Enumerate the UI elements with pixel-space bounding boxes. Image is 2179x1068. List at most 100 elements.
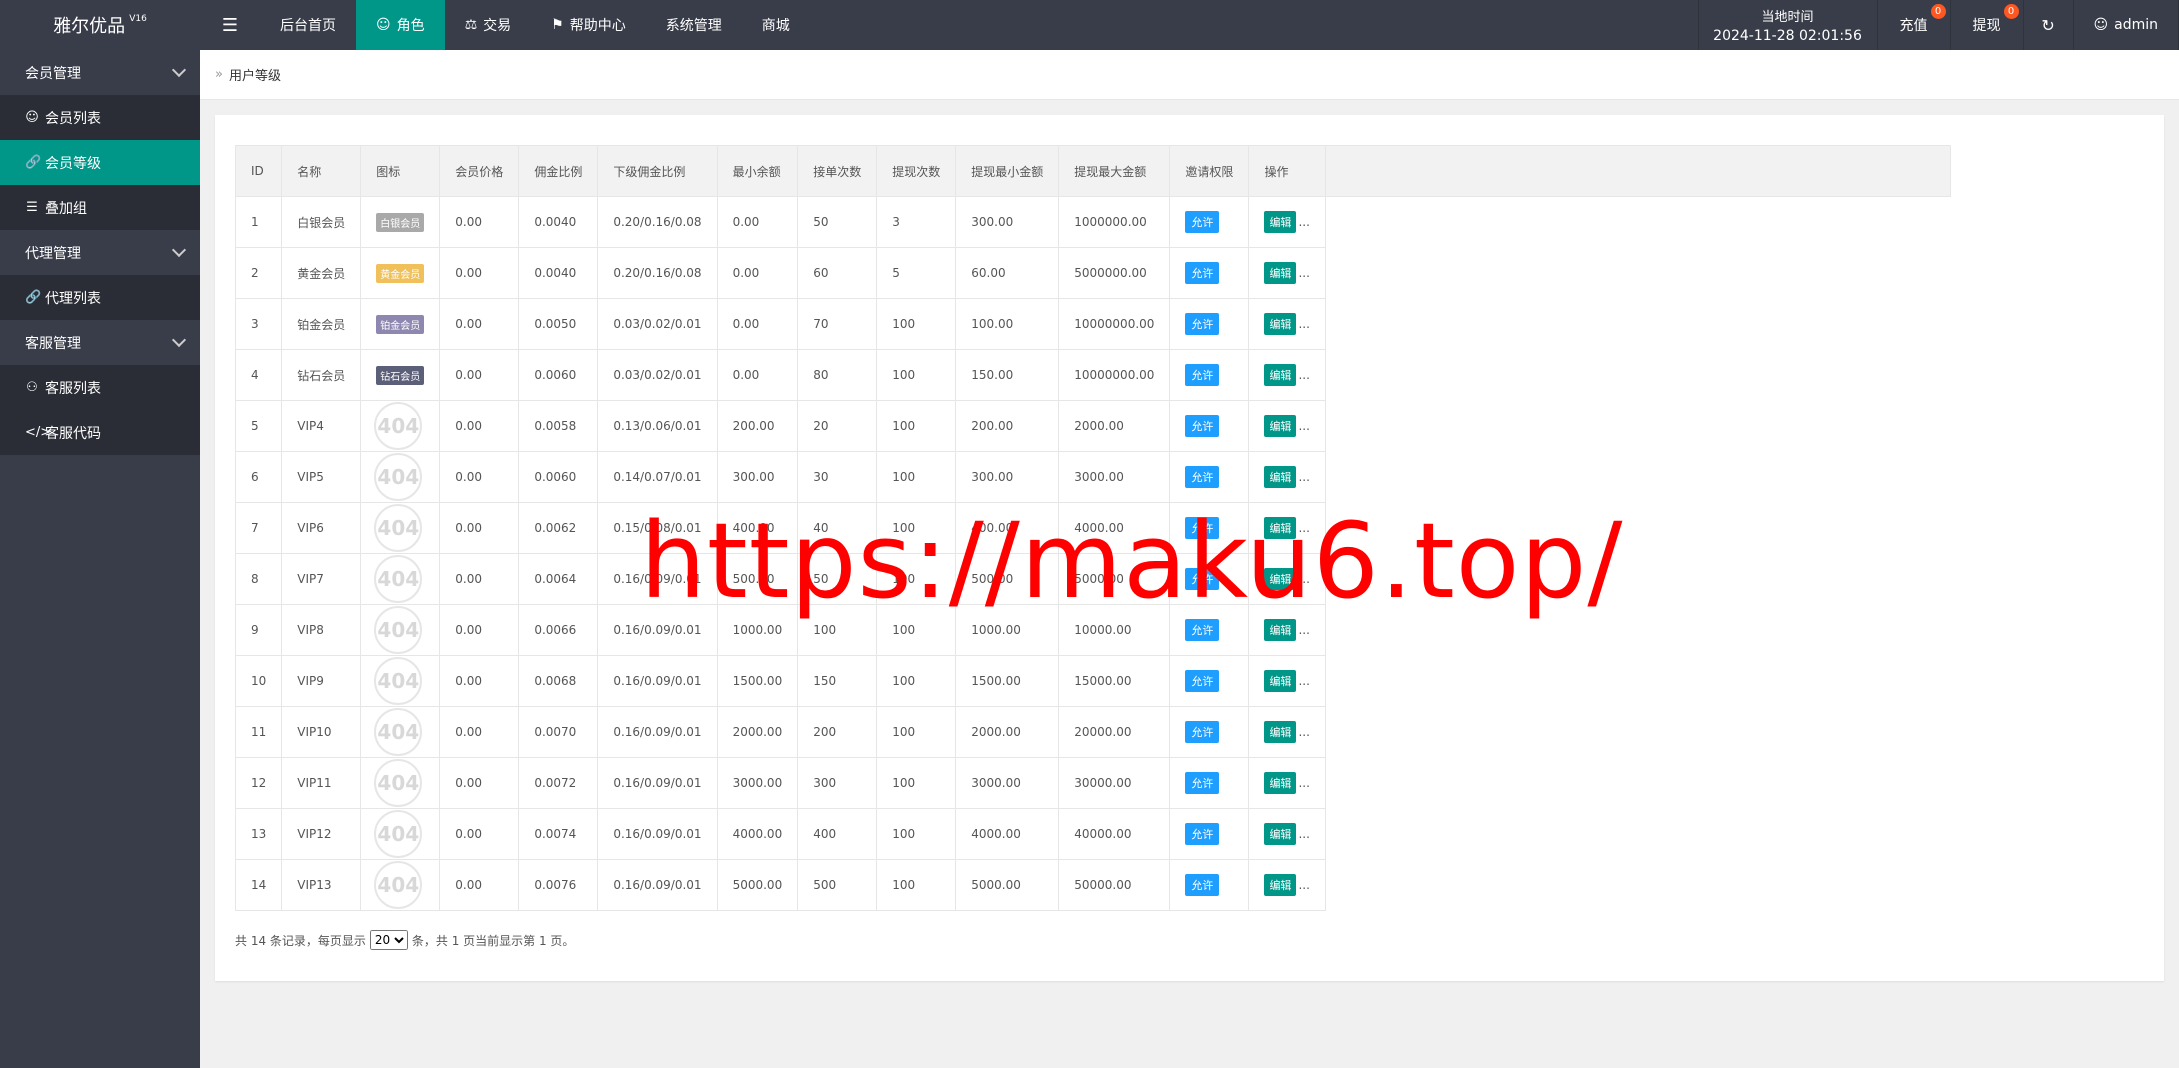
refresh-icon[interactable]: ↻ [2024, 0, 2074, 50]
cell-sub_rate: 0.16/0.09/0.01 [597, 757, 718, 809]
cell-rate: 0.0040 [518, 196, 599, 248]
edit-button[interactable]: 编辑 [1264, 262, 1297, 284]
cell-icon: 404 [360, 451, 441, 503]
breadcrumb-current[interactable]: 用户等级 [229, 65, 281, 84]
allow-button[interactable]: 允许 [1185, 670, 1220, 692]
cell-price: 0.00 [439, 298, 520, 350]
withdraw-button[interactable]: 提现 0 [1951, 0, 2024, 50]
allow-button[interactable]: 允许 [1185, 466, 1220, 488]
cell-price: 0.00 [439, 553, 520, 605]
row-filler [1324, 298, 1951, 350]
cell-allow: 允许 [1169, 706, 1250, 758]
allow-button[interactable]: 允许 [1185, 772, 1220, 794]
edit-button[interactable]: 编辑 [1264, 721, 1297, 743]
cell-name: VIP13 [281, 859, 362, 911]
cell-withdraw_min: 60.00 [955, 247, 1060, 299]
allow-button[interactable]: 允许 [1185, 823, 1220, 845]
allow-button[interactable]: 允许 [1185, 874, 1220, 896]
edit-button[interactable]: 编辑 [1264, 211, 1297, 233]
allow-button[interactable]: 允许 [1185, 415, 1220, 437]
edit-button[interactable]: 编辑 [1264, 670, 1297, 692]
edit-button[interactable]: 编辑 [1264, 517, 1297, 539]
sidebar-item-0-1[interactable]: 🔗 会员等级 [0, 140, 200, 185]
allow-button[interactable]: 允许 [1185, 364, 1220, 386]
more-icon[interactable]: ... [1298, 827, 1309, 841]
cell-sub_rate: 0.16/0.09/0.01 [597, 655, 718, 707]
cell-price: 0.00 [439, 604, 520, 656]
recharge-button[interactable]: 充值 0 [1878, 0, 1951, 50]
edit-button[interactable]: 编辑 [1264, 415, 1297, 437]
sidebar-group-2[interactable]: 客服管理 [0, 320, 200, 365]
menu-toggle-icon[interactable]: ☰ [200, 0, 260, 50]
cell-id: 6 [234, 451, 283, 503]
more-icon[interactable]: ... [1298, 572, 1309, 586]
sidebar-item-2-0[interactable]: ⚇ 客服列表 [0, 365, 200, 410]
cell-orders: 500 [797, 859, 878, 911]
more-icon[interactable]: ... [1298, 419, 1309, 433]
row-filler [1324, 604, 1951, 656]
more-icon[interactable]: ... [1298, 470, 1309, 484]
page-size-select[interactable]: 20 [369, 930, 408, 950]
more-icon[interactable]: ... [1298, 674, 1309, 688]
cell-orders: 300 [797, 757, 878, 809]
allow-button[interactable]: 允许 [1185, 262, 1220, 284]
nav-item-0[interactable]: 后台首页 [260, 0, 356, 50]
sidebar-item-2-1[interactable]: </> 客服代码 [0, 410, 200, 455]
allow-button[interactable]: 允许 [1185, 568, 1220, 590]
cell-id: 2 [234, 247, 283, 299]
nav-label: 系统管理 [665, 18, 722, 34]
edit-button[interactable]: 编辑 [1264, 364, 1297, 386]
cell-rate: 0.0072 [518, 757, 599, 809]
sidebar-item-0-0[interactable]: ☺ 会员列表 [0, 95, 200, 140]
allow-button[interactable]: 允许 [1185, 517, 1220, 539]
logo[interactable]: 雅尔优品 V16 [0, 0, 200, 50]
edit-button[interactable]: 编辑 [1264, 823, 1297, 845]
sidebar: 会员管理 ☺ 会员列表 🔗 会员等级 ☰ 叠加组 代理管理 🔗 代理列表 客服管理 ⚇ 客服列表 </> 客… [0, 50, 200, 1068]
allow-button[interactable]: 允许 [1185, 721, 1220, 743]
edit-button[interactable]: 编辑 [1264, 313, 1297, 335]
nav-item-5[interactable]: 商城 [742, 0, 810, 50]
column-header: 接单次数 [797, 145, 878, 197]
logo-text: 雅尔优品 [53, 16, 126, 37]
more-icon[interactable]: ... [1298, 368, 1309, 382]
edit-button[interactable]: 编辑 [1264, 874, 1297, 896]
sidebar-item-0-2[interactable]: ☰ 叠加组 [0, 185, 200, 230]
broken-image-icon: 404 [374, 453, 423, 501]
nav-label: 角色 [396, 18, 425, 34]
more-icon[interactable]: ... [1298, 878, 1309, 892]
cell-price: 0.00 [439, 808, 520, 860]
allow-button[interactable]: 允许 [1185, 313, 1220, 335]
nav-item-3[interactable]: ⚑ 帮助中心 [531, 0, 646, 50]
more-icon[interactable]: ... [1298, 266, 1309, 280]
cell-id: 5 [234, 400, 283, 452]
more-icon[interactable]: ... [1298, 215, 1309, 229]
cell-min_balance: 4000.00 [716, 808, 799, 860]
sidebar-group-label: 会员管理 [25, 65, 81, 82]
column-header: 提现次数 [876, 145, 957, 197]
sidebar-group-1[interactable]: 代理管理 [0, 230, 200, 275]
allow-button[interactable]: 允许 [1185, 619, 1220, 641]
cell-icon: 404 [360, 553, 441, 605]
edit-button[interactable]: 编辑 [1264, 772, 1297, 794]
edit-button[interactable]: 编辑 [1264, 568, 1297, 590]
more-icon[interactable]: ... [1298, 317, 1309, 331]
sidebar-group-0[interactable]: 会员管理 [0, 50, 200, 95]
cell-icon: 404 [360, 400, 441, 452]
more-icon[interactable]: ... [1298, 623, 1309, 637]
time-value: 2024-11-28 02:01:56 [1713, 28, 1862, 44]
cell-allow: 允许 [1169, 655, 1250, 707]
nav-item-4[interactable]: 系统管理 [646, 0, 742, 50]
user-menu[interactable]: ☺ admin [2074, 0, 2179, 50]
edit-button[interactable]: 编辑 [1264, 619, 1297, 641]
level-table: ID 名称 图标 会员价格 佣金比例 下级佣金比例 最小余额 接单次数 提现次数 提现最小金额 提现… [234, 145, 1951, 911]
cell-sub_rate: 0.16/0.09/0.01 [597, 553, 718, 605]
table-header-row: ID 名称 图标 会员价格 佣金比例 下级佣金比例 最小余额 接单次数 提现次数 提现最小金额 提现… [234, 145, 1951, 197]
more-icon[interactable]: ... [1298, 725, 1309, 739]
sidebar-item-1-0[interactable]: 🔗 代理列表 [0, 275, 200, 320]
more-icon[interactable]: ... [1298, 521, 1309, 535]
allow-button[interactable]: 允许 [1185, 211, 1220, 233]
edit-button[interactable]: 编辑 [1264, 466, 1297, 488]
nav-item-1[interactable]: ☺ 角色 [356, 0, 445, 50]
more-icon[interactable]: ... [1298, 776, 1309, 790]
nav-item-2[interactable]: ⚖ 交易 [445, 0, 532, 50]
